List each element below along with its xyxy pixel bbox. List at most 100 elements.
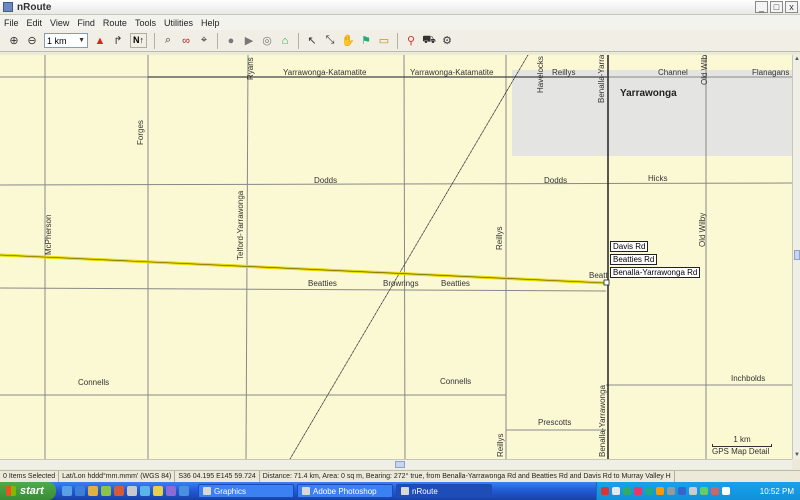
stop-icon[interactable]: ◎ [259, 33, 275, 49]
tray-icon[interactable] [634, 487, 642, 495]
task-photoshop[interactable]: Adobe Photoshop [297, 484, 393, 498]
menu-find[interactable]: Find [73, 18, 99, 28]
road-label: Old Wilby [698, 212, 707, 247]
find-icon[interactable]: ⌕ [160, 33, 176, 49]
gps-icon[interactable]: ⚙ [439, 33, 455, 49]
menu-utilities[interactable]: Utilities [160, 18, 197, 28]
menu-view[interactable]: View [46, 18, 73, 28]
tray-icon[interactable] [623, 487, 631, 495]
scroll-thumb[interactable] [395, 461, 405, 468]
map-view[interactable]: Yarrawonga-Katamatite Yarrawonga-Katamat… [0, 55, 792, 459]
road-label: Reillys [495, 226, 504, 250]
quick-launch [62, 486, 189, 496]
taskbar: start Graphics Adobe Photoshop nRoute 10… [0, 482, 800, 500]
scale-dropdown-value: 1 km [47, 35, 67, 46]
waypoint-icon[interactable]: ▲ [92, 33, 108, 49]
windows-logo-icon [6, 486, 16, 496]
flag-icon[interactable]: ⚑ [358, 33, 374, 49]
window-controls: _ □ x [755, 1, 798, 13]
zoom-out-icon[interactable]: ⊖ [24, 33, 40, 49]
scroll-up-icon[interactable]: ▲ [793, 55, 800, 63]
toolbar-divider [217, 32, 218, 49]
minimize-button[interactable]: _ [755, 1, 768, 13]
menu-route[interactable]: Route [99, 18, 131, 28]
road-label: Beatties [308, 279, 337, 288]
north-up-button[interactable]: N↑ [130, 33, 147, 48]
tray-icon[interactable] [711, 487, 719, 495]
app-icon[interactable] [127, 486, 137, 496]
app-icon[interactable] [114, 486, 124, 496]
vertical-scrollbar[interactable]: ▲ ▼ [792, 55, 800, 459]
road-label: Reillys [552, 68, 576, 77]
tray-icon[interactable] [689, 487, 697, 495]
road-line [0, 287, 607, 292]
maximize-button[interactable]: □ [770, 1, 783, 13]
close-button[interactable]: x [785, 1, 798, 13]
road-label: Beatt [589, 271, 608, 280]
scroll-thumb[interactable] [794, 250, 800, 260]
volume-icon[interactable] [722, 487, 730, 495]
road-label: Connells [440, 377, 472, 386]
road-label: Benalla-Yarrawonga [598, 385, 607, 457]
road-label: Connells [78, 378, 110, 387]
menu-tools[interactable]: Tools [131, 18, 160, 28]
home-icon[interactable]: ⌂ [277, 33, 293, 49]
app-icon[interactable] [179, 486, 189, 496]
road-info-box[interactable]: Davis Rd [610, 241, 649, 252]
app-icon[interactable] [153, 486, 163, 496]
zoom-tool-icon[interactable]: ⤡ [322, 33, 338, 49]
task-graphics[interactable]: Graphics [198, 484, 294, 498]
clock[interactable]: 10:52 PM [760, 487, 794, 496]
system-tray: 10:52 PM [596, 482, 800, 500]
tray-icon[interactable] [601, 487, 609, 495]
play-icon[interactable]: ▶ [241, 33, 257, 49]
status-bar: 0 Items Selected Lat/Lon hddd°mm.mmm' (W… [0, 470, 800, 482]
find-next-icon[interactable]: ⌖ [196, 33, 212, 49]
start-button[interactable]: start [0, 482, 56, 500]
desktop-icon[interactable] [62, 486, 72, 496]
task-nroute[interactable]: nRoute [396, 484, 492, 498]
binoculars-icon[interactable]: ∞ [178, 33, 194, 49]
town-label: Yarrawonga [620, 88, 677, 99]
pan-hand-icon[interactable]: ✋ [340, 33, 356, 49]
menu-help[interactable]: Help [197, 18, 224, 28]
status-selection: 0 Items Selected [0, 471, 60, 482]
road-label: Forges [136, 120, 145, 145]
road-label: Havelocks [536, 56, 545, 93]
scale-dropdown[interactable]: 1 km ▼ [44, 33, 88, 48]
select-arrow-icon[interactable]: ↖ [304, 33, 320, 49]
scroll-down-icon[interactable]: ▼ [793, 451, 800, 459]
menu-file[interactable]: File [0, 18, 23, 28]
toolbar: ⊕ ⊖ 1 km ▼ ▲ ↱ N↑ ⌕ ∞ ⌖ ● ▶ ◎ ⌂ ↖ ⤡ ✋ ⚑ … [0, 30, 800, 52]
folder-icon[interactable] [88, 486, 98, 496]
route-line [0, 254, 607, 284]
horizontal-scrollbar[interactable] [0, 459, 792, 469]
vehicle-icon[interactable]: ⛟ [421, 33, 437, 49]
tray-icon[interactable] [645, 487, 653, 495]
folder-icon [203, 487, 211, 495]
road-label: Prescotts [538, 418, 572, 427]
measure-icon[interactable]: ▭ [376, 33, 392, 49]
browser-icon[interactable] [75, 486, 85, 496]
route-endpoint [603, 279, 610, 286]
road-label: Telford-Yarrawonga [236, 190, 245, 260]
app-icon[interactable] [166, 486, 176, 496]
tray-icon[interactable] [612, 487, 620, 495]
photoshop-icon [302, 487, 310, 495]
road-label: Flanagans [752, 68, 790, 77]
road-info-box[interactable]: Benalla-Yarrawonga Rd [610, 267, 701, 278]
tray-icon[interactable] [667, 487, 675, 495]
tray-icon[interactable] [656, 487, 664, 495]
zoom-in-icon[interactable]: ⊕ [6, 33, 22, 49]
record-icon[interactable]: ● [223, 33, 239, 49]
road-info-box[interactable]: Beatties Rd [610, 254, 658, 265]
redo-icon[interactable]: ↱ [110, 33, 126, 49]
app-icon [3, 2, 13, 12]
tray-icon[interactable] [678, 487, 686, 495]
app-icon[interactable] [101, 486, 111, 496]
app-icon[interactable] [140, 486, 150, 496]
route-icon[interactable]: ⚲ [403, 33, 419, 49]
road-label: Benalla-Yarra [597, 55, 606, 103]
menu-edit[interactable]: Edit [23, 18, 47, 28]
tray-icon[interactable] [700, 487, 708, 495]
